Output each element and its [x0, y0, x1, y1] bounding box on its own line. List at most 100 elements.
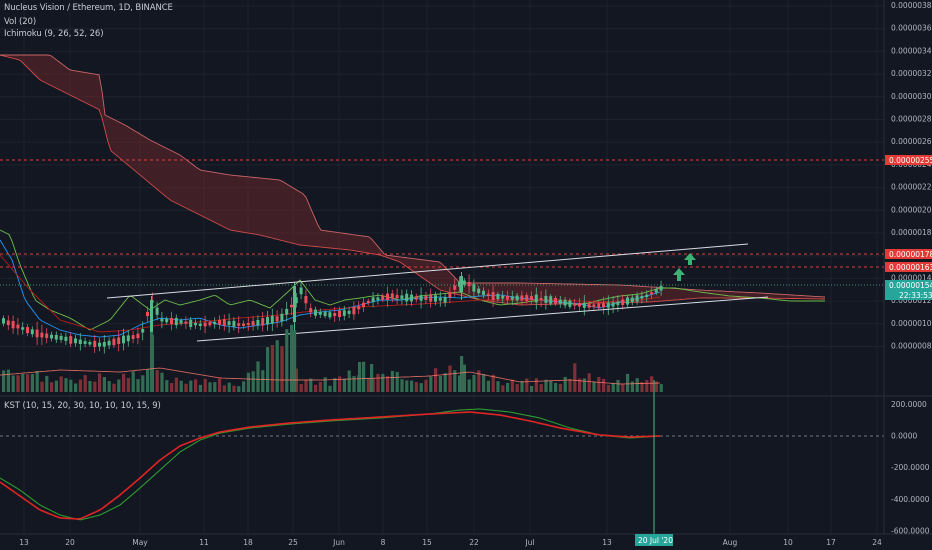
volume-bar — [573, 363, 577, 392]
candle — [460, 276, 463, 292]
volume-bar — [506, 382, 510, 392]
candle — [98, 342, 101, 347]
candle — [266, 317, 269, 325]
candle — [270, 315, 274, 324]
symbol-title[interactable]: Nucleus Vision / Ethereum, 1D, BINANCE — [4, 3, 173, 13]
volume-bar — [410, 380, 414, 392]
candle — [198, 323, 202, 326]
volume-bar — [510, 379, 514, 392]
ichimoku-legend[interactable]: Ichimoku (9, 26, 52, 26) — [4, 29, 104, 39]
candle — [467, 281, 471, 287]
volume-bar — [165, 380, 169, 392]
volume-bar — [150, 332, 154, 392]
candle — [35, 329, 39, 338]
candle — [237, 323, 241, 326]
kst-legend[interactable]: KST (10, 15, 20, 30, 10, 10, 10, 15, 9) — [4, 401, 161, 411]
price-tick-label: 0.00000320 — [891, 69, 932, 78]
volume-bar — [650, 376, 654, 392]
time-tick-label: 17 — [826, 538, 836, 547]
volume-bar — [93, 381, 97, 392]
candle — [640, 295, 644, 299]
volume-bar — [54, 380, 58, 392]
volume-bar — [78, 379, 82, 392]
candle — [645, 294, 649, 298]
candle — [362, 302, 365, 307]
candle — [78, 339, 82, 344]
volume-bar — [102, 377, 106, 392]
volume-bar — [198, 384, 202, 392]
volume-bar — [237, 386, 241, 392]
price-tag-label: 0.00000255 — [889, 156, 932, 165]
candle — [74, 338, 77, 344]
candle — [218, 319, 221, 325]
candle — [50, 334, 53, 339]
kst-axis[interactable]: 200.00000.0000-200.0000-400.0000-600.000… — [891, 400, 930, 535]
candle — [314, 309, 317, 316]
volume-bar — [606, 385, 610, 392]
candle — [366, 300, 370, 303]
volume-bar — [222, 385, 226, 392]
arrow-up-icon — [684, 253, 696, 265]
price-tag-resistance-mid: 0.00000178 — [885, 249, 932, 259]
volume-bar — [69, 379, 73, 392]
candle — [203, 322, 207, 327]
candle — [126, 335, 130, 342]
candle — [40, 332, 44, 338]
volume-bar — [405, 380, 409, 392]
candle — [88, 342, 92, 345]
candle — [568, 300, 572, 307]
candle — [563, 299, 567, 306]
volume-bar — [107, 381, 111, 392]
volume-bar — [126, 377, 130, 392]
candle — [21, 327, 25, 330]
time-tick-label: Aug — [723, 538, 738, 547]
candle — [30, 329, 34, 335]
candle — [184, 321, 188, 324]
time-axis[interactable]: 13 20 May 11 18 25 Jun 8 15 22 Jul 13 Aug 10 17 24 — [19, 538, 882, 547]
volume-bar — [98, 373, 102, 392]
candle — [597, 303, 601, 308]
volume-bar — [179, 380, 183, 392]
volume-bar — [630, 381, 634, 392]
volume-bar — [414, 382, 418, 392]
candle — [434, 295, 437, 302]
volume-bar — [482, 374, 486, 392]
price-tick-label: 0.00000280 — [891, 115, 932, 124]
volume-bar — [261, 370, 265, 392]
volume-bar — [635, 378, 639, 392]
candle — [549, 296, 553, 304]
volume-bar — [256, 361, 260, 392]
candle — [477, 288, 481, 294]
chart-canvas[interactable]: 0.00000380 0.00000360 0.00000340 0.00000320… — [0, 0, 932, 550]
candle — [117, 337, 121, 344]
volume-bar — [318, 381, 322, 392]
volume-bar — [568, 379, 572, 392]
candle — [342, 310, 346, 316]
candle — [328, 312, 332, 318]
candle — [280, 313, 284, 322]
volume-bar — [362, 361, 366, 392]
time-tick-label: 22 — [469, 538, 479, 547]
volume-bar — [587, 373, 591, 392]
volume-bar — [390, 370, 394, 392]
volume-bar — [472, 374, 476, 392]
volume-bar — [83, 375, 87, 392]
volume-bar — [342, 378, 346, 392]
volume-bar — [293, 330, 297, 392]
volume-bar — [381, 373, 385, 392]
time-tick-label: 18 — [243, 538, 253, 547]
volume-bar — [35, 371, 39, 392]
candle — [448, 292, 452, 298]
candle — [11, 321, 15, 329]
time-tick-label: Jul — [524, 538, 534, 547]
price-tag-label: 0.00000163 — [889, 263, 932, 272]
volume-legend[interactable]: Vol (20) — [4, 17, 36, 27]
volume-bar — [246, 372, 250, 392]
last-price-label: 0.00000154 — [889, 281, 932, 290]
volume-bar — [299, 384, 303, 392]
candle — [242, 323, 245, 326]
volume-bar — [270, 345, 274, 392]
candle — [227, 321, 231, 326]
volume-bar — [544, 379, 548, 392]
candle — [16, 324, 20, 329]
